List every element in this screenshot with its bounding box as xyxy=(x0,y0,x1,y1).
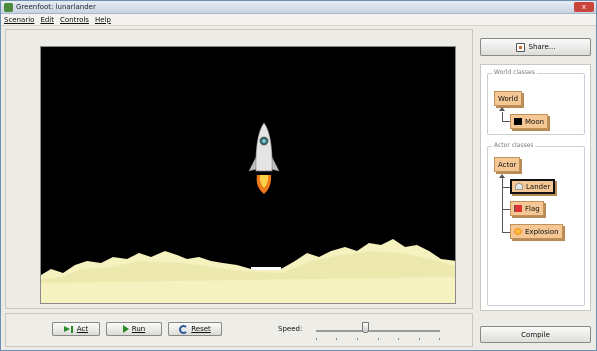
class-flag-label: Flag xyxy=(525,204,540,213)
speed-tick xyxy=(439,338,440,340)
speed-tick xyxy=(398,338,399,340)
world-scene xyxy=(41,47,455,303)
world-area xyxy=(5,29,473,309)
tree-connector xyxy=(502,187,510,188)
class-world[interactable]: World xyxy=(494,91,523,106)
speed-tick xyxy=(336,338,337,340)
world-classes-label: World classes xyxy=(492,69,537,76)
greenfoot-window: Greenfoot: lunarlander x Scenario Edit C… xyxy=(0,0,597,351)
close-button[interactable]: x xyxy=(574,2,594,12)
class-actor[interactable]: Actor xyxy=(494,157,521,172)
share-icon xyxy=(515,42,525,52)
menu-scenario[interactable]: Scenario xyxy=(4,16,34,24)
act-label: Act xyxy=(76,325,89,333)
controls-panel: Act Run Reset Speed: xyxy=(5,313,473,347)
actor-classes-label: Actor classes xyxy=(492,142,536,149)
window-title: Greenfoot: lunarlander xyxy=(16,3,96,11)
class-lander[interactable]: Lander xyxy=(510,179,556,194)
landing-pad xyxy=(251,267,281,270)
menu-controls[interactable]: Controls xyxy=(60,16,89,24)
speed-slider-thumb[interactable] xyxy=(362,322,370,333)
world-canvas[interactable] xyxy=(40,46,456,304)
share-label: Share... xyxy=(528,43,556,51)
play-icon xyxy=(122,325,129,333)
compile-button[interactable]: Compile xyxy=(480,326,591,343)
lander-class-icon xyxy=(515,183,523,190)
class-explosion-label: Explosion xyxy=(525,227,559,236)
class-actor-label: Actor xyxy=(498,160,517,169)
speed-slider-track[interactable] xyxy=(316,330,440,332)
reset-label: Reset xyxy=(191,325,211,333)
class-world-label: World xyxy=(498,94,519,103)
title-bar: Greenfoot: lunarlander x xyxy=(1,1,596,14)
reset-icon xyxy=(179,324,189,334)
class-flag[interactable]: Flag xyxy=(510,201,544,216)
step-icon xyxy=(63,325,74,333)
class-explosion[interactable]: Explosion xyxy=(510,224,563,239)
greenfoot-app-icon xyxy=(4,3,13,12)
inheritance-arrow-icon xyxy=(499,107,505,111)
class-moon[interactable]: Moon xyxy=(510,114,549,129)
explosion-class-icon xyxy=(514,228,522,235)
act-button[interactable]: Act xyxy=(52,322,100,336)
run-button[interactable]: Run xyxy=(106,322,162,336)
menu-bar: Scenario Edit Controls Help xyxy=(1,14,596,26)
speed-tick xyxy=(378,338,379,340)
speed-tick xyxy=(419,338,420,340)
actor-classes-group: Actor classes Actor Lander Flag Explosio… xyxy=(487,142,585,306)
world-classes-group: World classes World Moon xyxy=(487,69,585,135)
menu-edit[interactable]: Edit xyxy=(40,16,54,24)
menu-help[interactable]: Help xyxy=(95,16,111,24)
tree-connector xyxy=(502,232,510,233)
class-moon-label: Moon xyxy=(525,117,545,126)
reset-button[interactable]: Reset xyxy=(168,322,222,336)
speed-tick xyxy=(316,338,317,340)
speed-label: Speed: xyxy=(278,325,303,333)
class-lander-label: Lander xyxy=(526,182,551,191)
speed-tick xyxy=(357,338,358,340)
moon-class-icon xyxy=(514,118,522,125)
flag-class-icon xyxy=(514,205,522,212)
run-label: Run xyxy=(131,325,146,333)
tree-connector xyxy=(502,121,510,122)
tree-connector xyxy=(502,209,510,210)
class-browser: World classes World Moon Actor classes A… xyxy=(480,64,591,311)
share-button[interactable]: Share... xyxy=(480,38,591,56)
